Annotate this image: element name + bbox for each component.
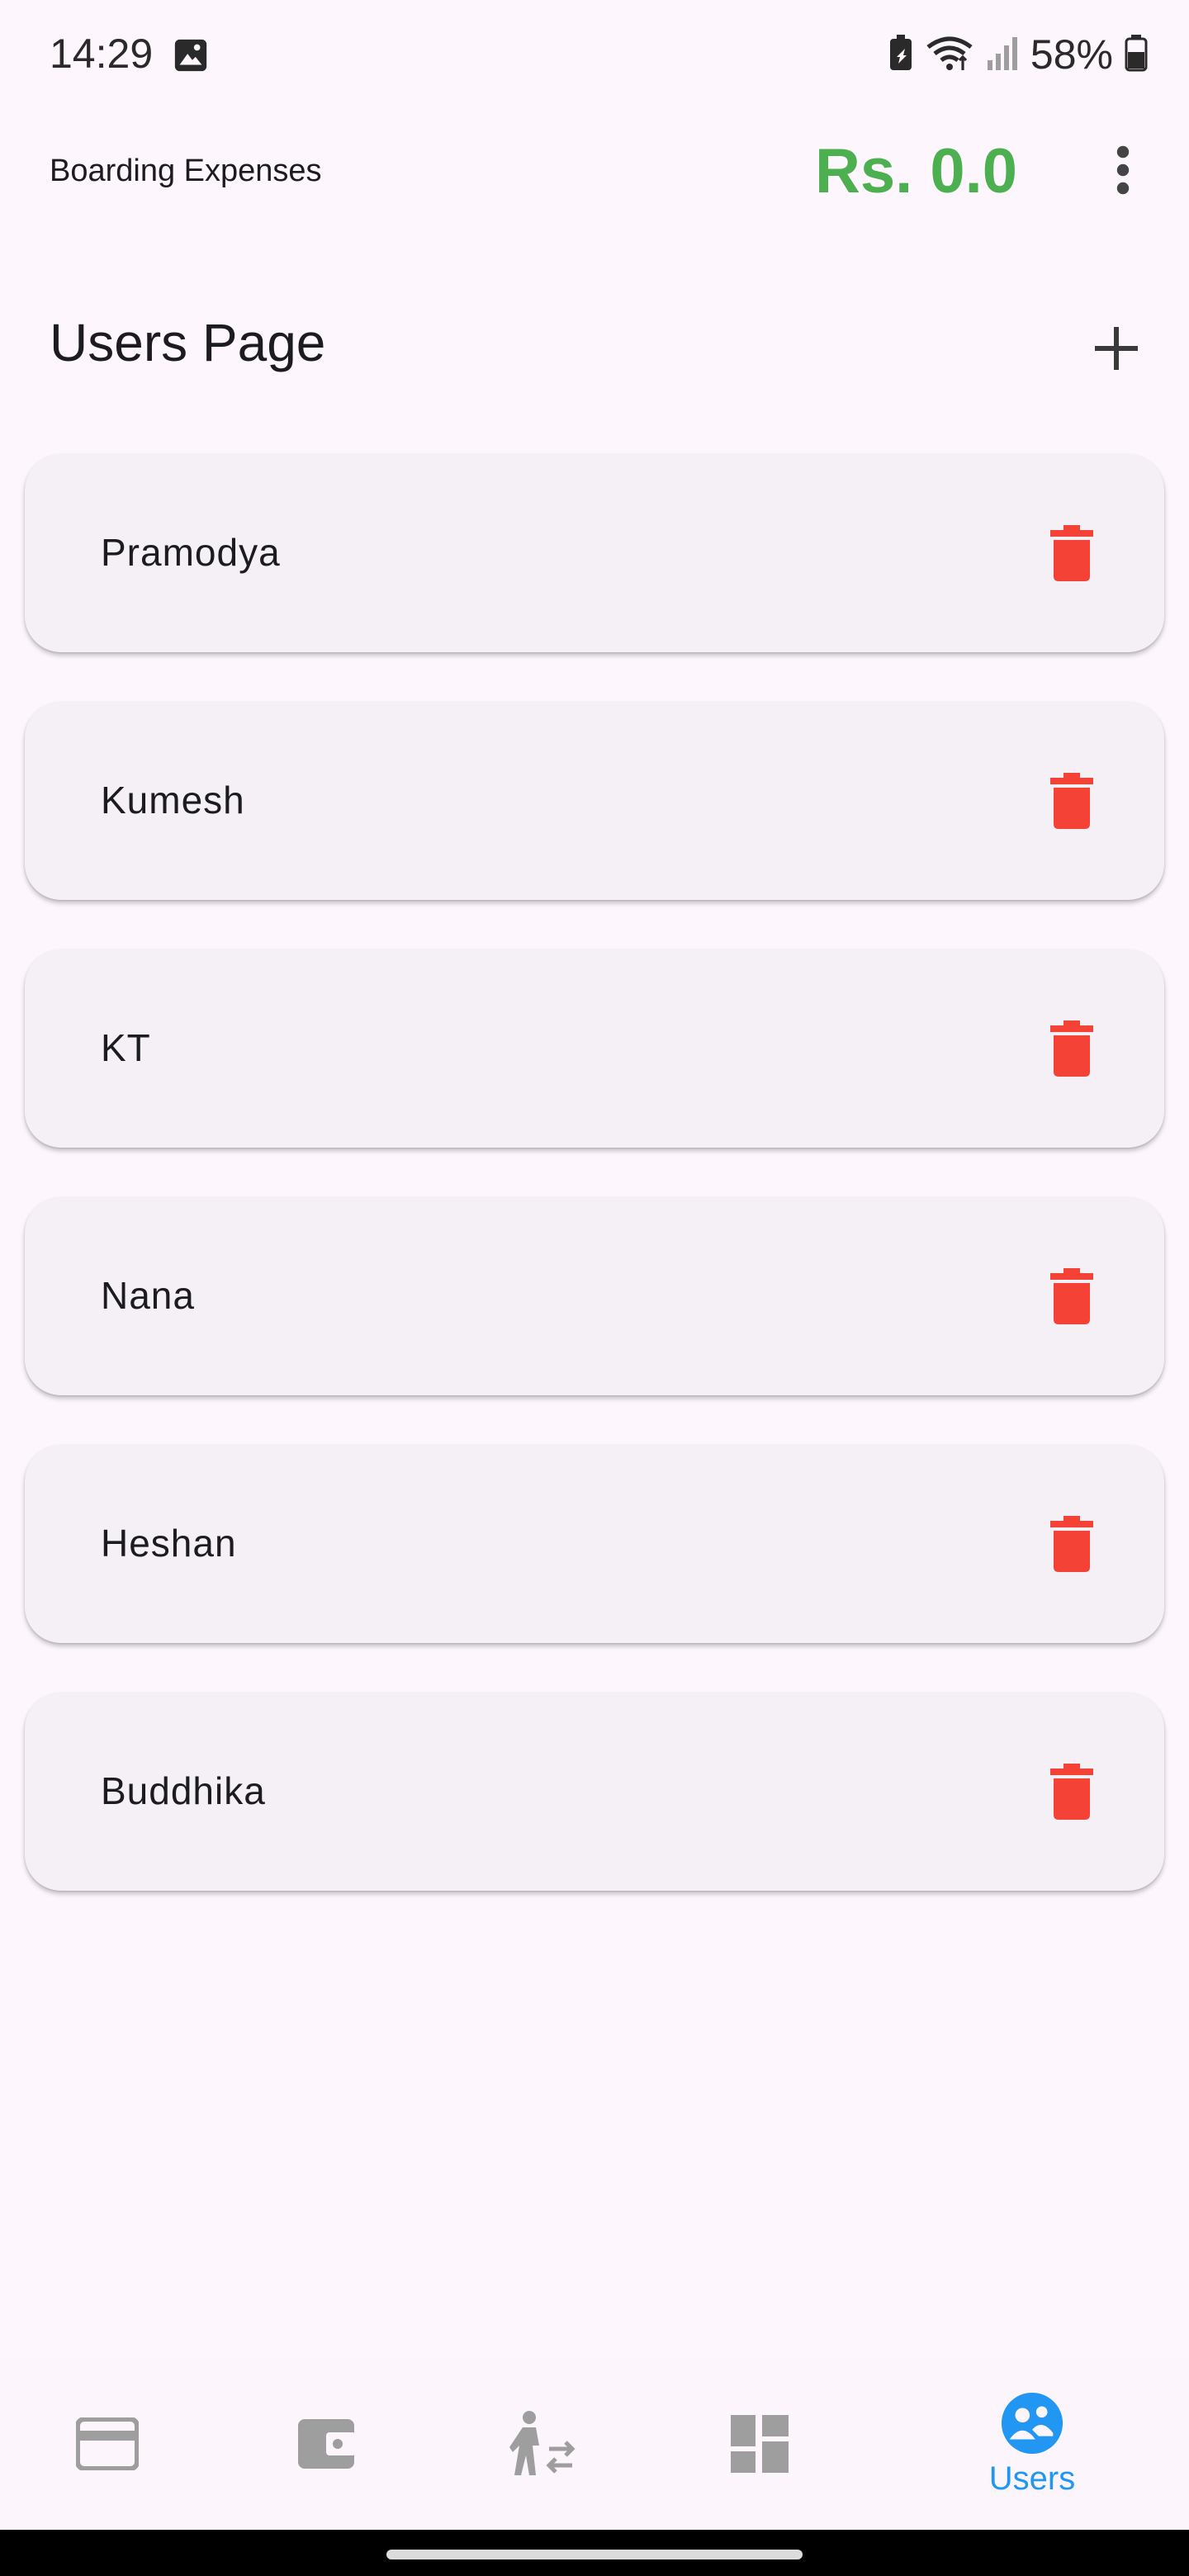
user-name: Kumesh	[101, 779, 245, 822]
trash-icon	[1050, 1764, 1093, 1820]
trash-icon	[1050, 525, 1093, 581]
trash-icon	[1050, 773, 1093, 829]
nav-item-dashboard[interactable]	[677, 2358, 842, 2530]
user-name: KT	[101, 1026, 151, 1069]
cell-signal-icon	[986, 34, 1019, 76]
status-bar: 14:29 58%	[0, 0, 1189, 112]
page-title: Users Page	[50, 313, 326, 372]
nav-item-wallet[interactable]	[244, 2358, 409, 2530]
user-card[interactable]: Buddhika	[25, 1693, 1164, 1891]
user-card[interactable]: Kumesh	[25, 702, 1164, 900]
delete-user-button[interactable]	[1039, 520, 1105, 586]
plus-icon	[1095, 327, 1138, 370]
system-gesture-bar	[0, 2530, 1189, 2576]
add-user-button[interactable]	[1077, 309, 1156, 388]
delete-user-button[interactable]	[1039, 768, 1105, 834]
battery-saver-icon	[888, 34, 913, 76]
nav-item-transfers[interactable]	[458, 2358, 623, 2530]
user-card[interactable]: Heshan	[25, 1445, 1164, 1643]
credit-card-icon	[76, 2417, 139, 2470]
wallet-icon	[298, 2419, 356, 2469]
user-name: Pramodya	[101, 531, 281, 574]
bottom-navigation: Users	[0, 2358, 1189, 2530]
battery-icon	[1125, 34, 1148, 76]
dashboard-icon	[731, 2415, 789, 2473]
user-name: Heshan	[101, 1522, 237, 1565]
users-icon	[1001, 2392, 1063, 2454]
trash-icon	[1050, 1020, 1093, 1077]
wifi-icon	[925, 34, 974, 76]
page-header: Users Page	[0, 297, 1189, 396]
battery-percentage: 58%	[1030, 31, 1113, 78]
more-vert-icon	[1116, 145, 1130, 195]
total-amount: Rs. 0.0	[814, 136, 1017, 206]
delete-user-button[interactable]	[1039, 1511, 1105, 1577]
status-time: 14:29	[50, 31, 154, 77]
delete-user-button[interactable]	[1039, 1263, 1105, 1329]
user-card[interactable]: Nana	[25, 1197, 1164, 1395]
trash-icon	[1050, 1516, 1093, 1572]
home-gesture-handle[interactable]	[386, 2550, 803, 2559]
person-transfer-icon	[509, 2411, 576, 2475]
more-options-button[interactable]	[1090, 137, 1156, 203]
nav-label-users: Users	[988, 2460, 1076, 2497]
gallery-notification-icon	[172, 36, 210, 74]
nav-item-cards[interactable]	[25, 2358, 190, 2530]
app-bar: Boarding Expenses Rs. 0.0	[0, 112, 1189, 228]
user-list: Pramodya Kumesh KT Nana Heshan Buddhika	[25, 454, 1164, 1940]
user-card[interactable]: KT	[25, 949, 1164, 1148]
user-card[interactable]: Pramodya	[25, 454, 1164, 652]
delete-user-button[interactable]	[1039, 1759, 1105, 1825]
user-name: Buddhika	[101, 1769, 266, 1812]
user-name: Nana	[101, 1274, 195, 1317]
nav-item-users[interactable]: Users	[950, 2358, 1115, 2530]
app-title: Boarding Expenses	[50, 154, 322, 188]
trash-icon	[1050, 1268, 1093, 1324]
status-indicators: 58%	[888, 28, 1148, 81]
delete-user-button[interactable]	[1039, 1016, 1105, 1082]
